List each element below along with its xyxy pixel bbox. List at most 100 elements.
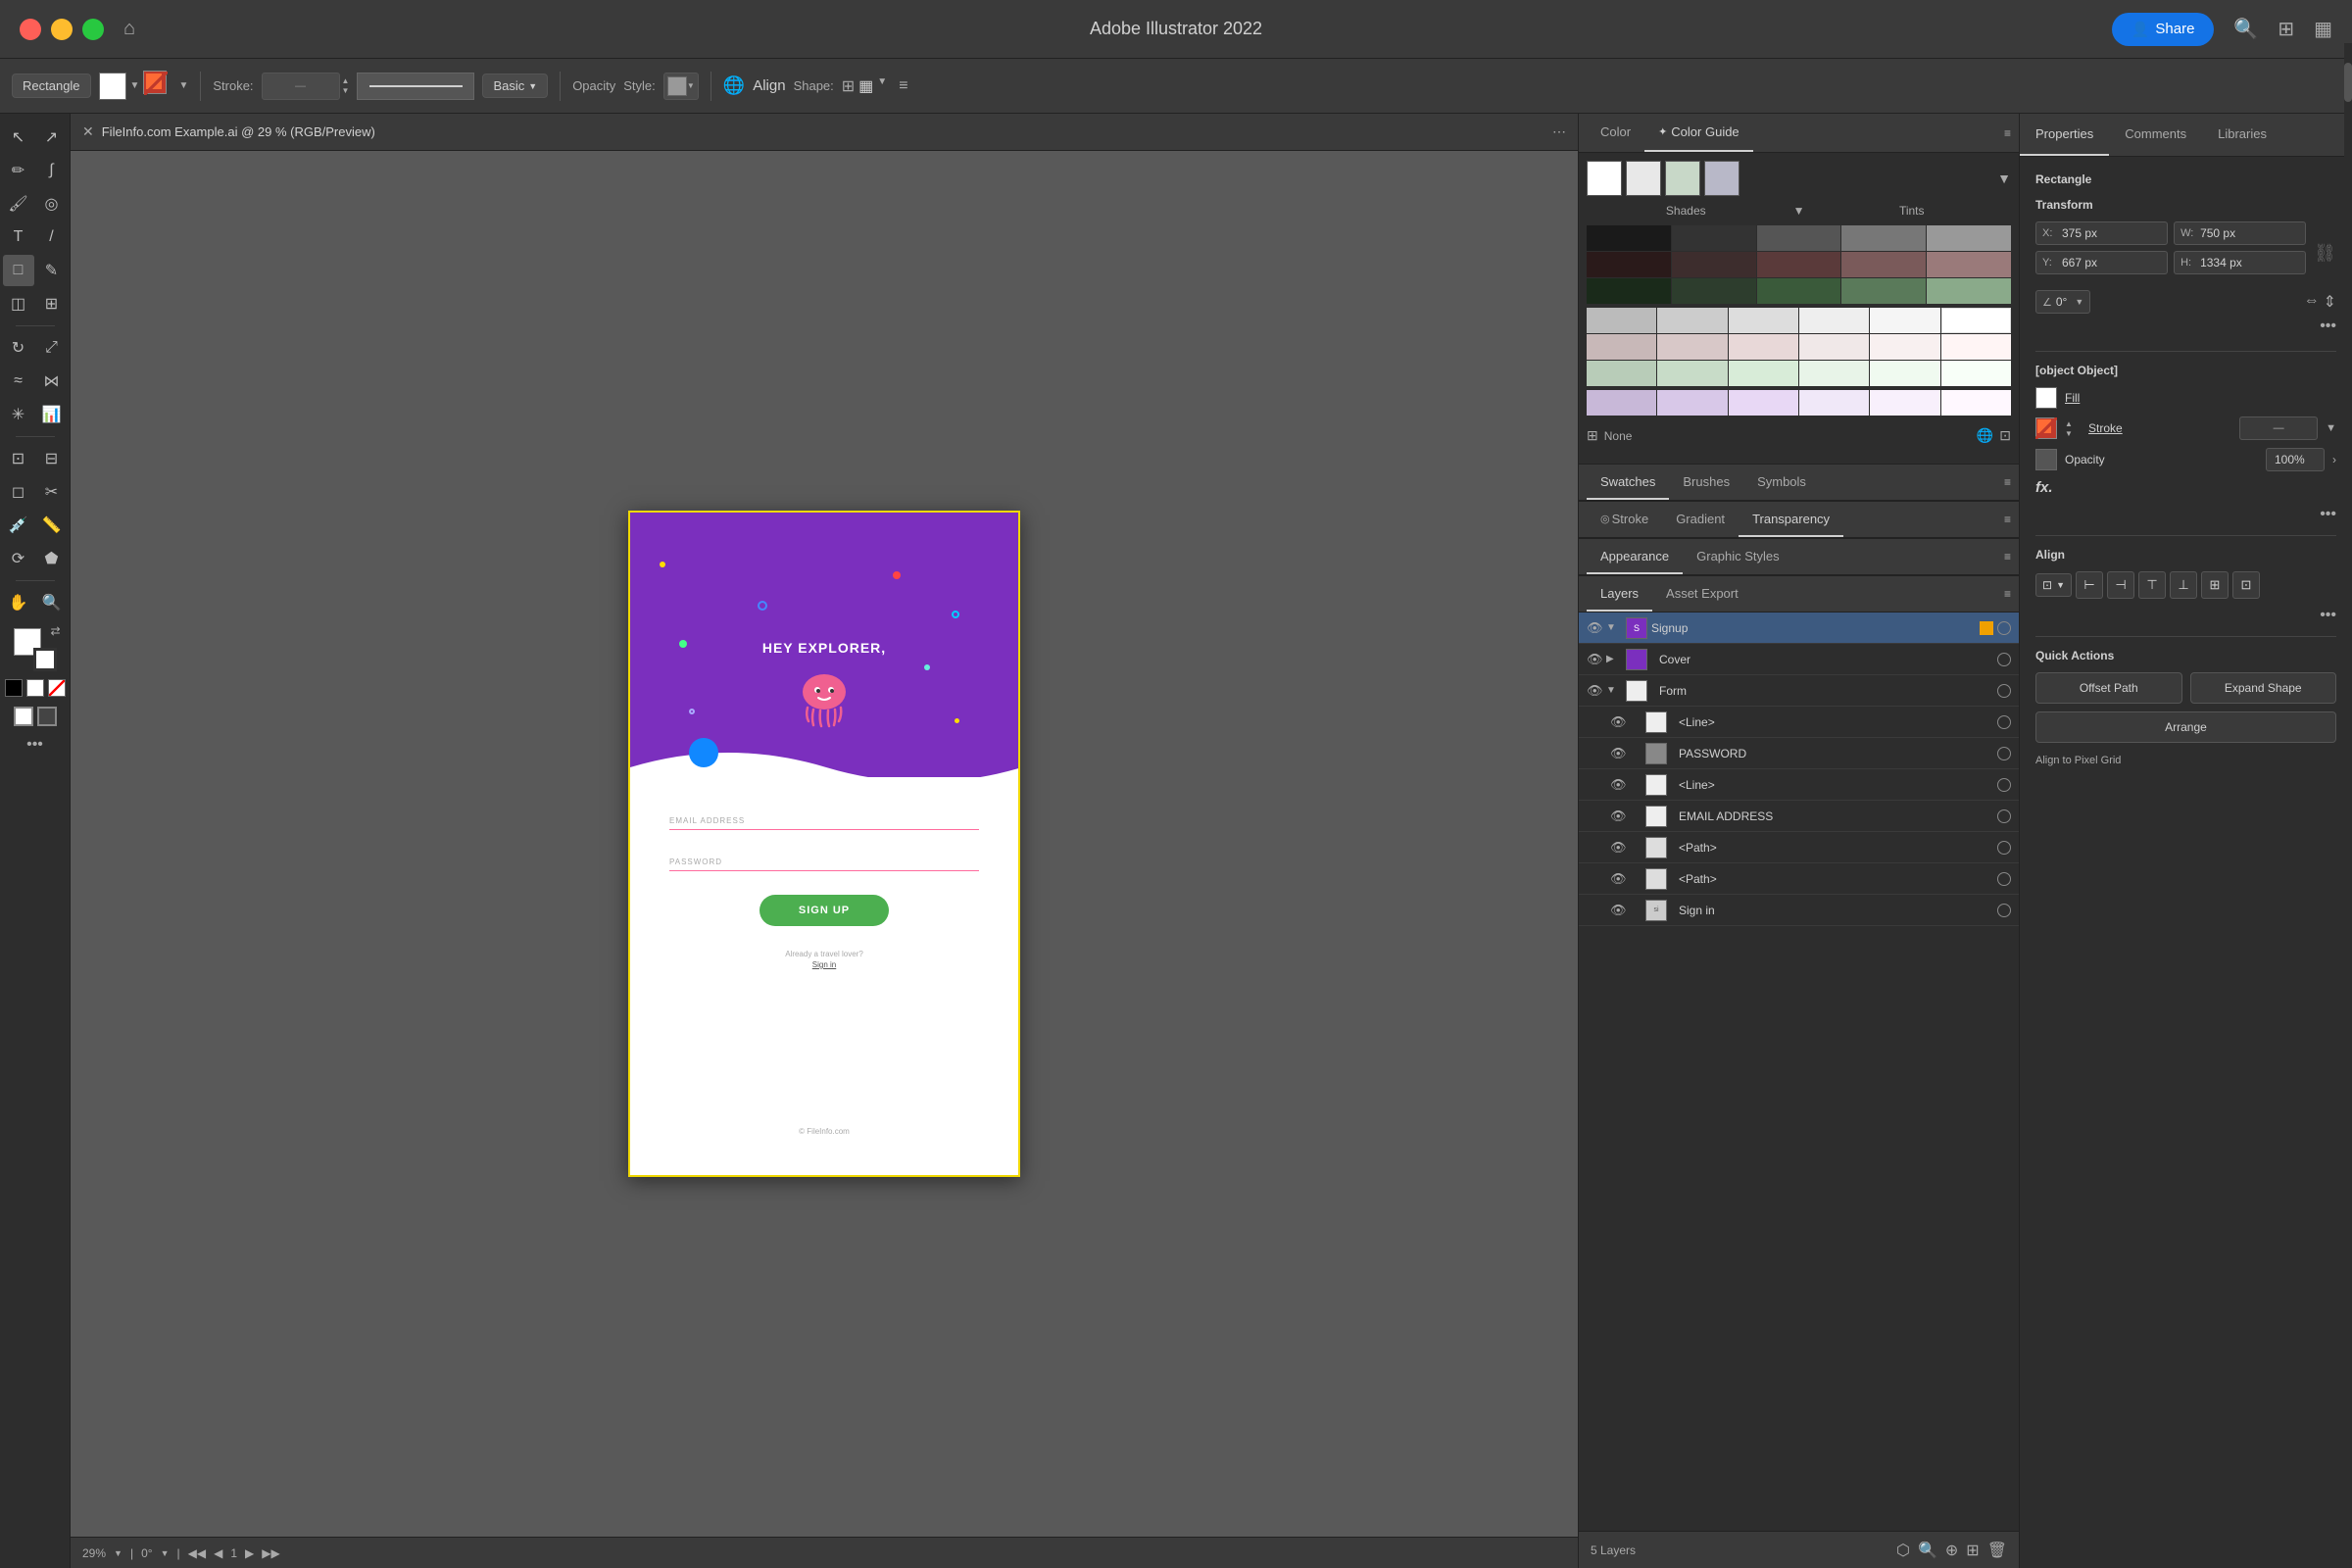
tint-cell[interactable]	[1729, 308, 1798, 333]
tab-stroke[interactable]: ◎ Stroke	[1587, 502, 1662, 537]
expand-icon[interactable]: ▼	[1606, 685, 1622, 696]
shade-cell[interactable]	[1757, 225, 1841, 251]
tab-graphic-styles[interactable]: Graphic Styles	[1683, 539, 1793, 574]
eye-icon[interactable]: 👁	[1587, 652, 1606, 667]
tint-cell[interactable]	[1657, 308, 1727, 333]
fill-link[interactable]: Fill	[2065, 391, 2336, 405]
tab-comments[interactable]: Comments	[2109, 114, 2202, 156]
layer-row-line2[interactable]: 👁 <Line>	[1579, 769, 2019, 801]
tint-cell[interactable]	[1657, 334, 1727, 360]
arrange-button[interactable]: Arrange	[2035, 711, 2336, 743]
layer-row-email[interactable]: 👁 EMAIL ADDRESS	[1579, 801, 2019, 832]
shade-cell[interactable]	[1927, 225, 2011, 251]
eye-icon[interactable]: 👁	[1587, 620, 1606, 636]
fill-stroke-group[interactable]: ▼ ▼	[99, 71, 189, 102]
eye-icon[interactable]: 👁	[1610, 714, 1630, 730]
shade-cell[interactable]	[1757, 252, 1841, 277]
eye-icon[interactable]: 👁	[1610, 746, 1630, 761]
swatches-menu-icon[interactable]: ≡	[2004, 475, 2011, 489]
stroke-link[interactable]: Stroke	[2088, 421, 2156, 435]
white-chip[interactable]	[26, 679, 44, 697]
layer-circle-cover[interactable]	[1997, 653, 2011, 666]
tint-cell[interactable]	[1941, 334, 2011, 360]
layer-circle-signin[interactable]	[1997, 904, 2011, 917]
tint-cell[interactable]	[1729, 361, 1798, 386]
tint-cell[interactable]	[1799, 390, 1869, 416]
angle-field[interactable]: ∠ 0° ▼	[2035, 290, 2090, 314]
fill-color-swatch[interactable]	[99, 73, 126, 100]
cg-swatch-gray2[interactable]	[1665, 161, 1700, 196]
eye-icon[interactable]: 👁	[1610, 840, 1630, 856]
maximize-button[interactable]	[82, 19, 104, 40]
table-icon[interactable]: ⊡	[1999, 427, 2011, 444]
black-chip[interactable]	[5, 679, 23, 697]
tab-color[interactable]: Color	[1587, 114, 1644, 152]
eye-icon[interactable]: 👁	[1610, 808, 1630, 824]
signin-link[interactable]: Sign in	[669, 960, 979, 969]
scissors-tool[interactable]: ✂	[36, 476, 68, 508]
layer-circle-line2[interactable]	[1997, 778, 2011, 792]
offset-path-button[interactable]: Offset Path	[2035, 672, 2182, 704]
layer-circle-form[interactable]	[1997, 684, 2011, 698]
type-tool[interactable]: T	[3, 221, 34, 253]
layer-circle-signup[interactable]	[1997, 621, 2011, 635]
live-paint-tool[interactable]: ⬟	[36, 543, 68, 574]
align-more-icon[interactable]: •••	[2320, 607, 2336, 624]
layer-circle-email[interactable]	[1997, 809, 2011, 823]
layer-row-path1[interactable]: 👁 <Path>	[1579, 832, 2019, 863]
panel-icon[interactable]: ▦	[2314, 17, 2332, 41]
layers-visibility-btn[interactable]: ⬡	[1896, 1541, 1910, 1560]
rectangle-tool[interactable]: □	[3, 255, 34, 286]
appearance-more-icon[interactable]: •••	[2320, 506, 2336, 523]
tab-appearance[interactable]: Appearance	[1587, 539, 1683, 574]
eyedropper-tool[interactable]: 💉	[3, 510, 34, 541]
shape-active-icon[interactable]: ▦	[858, 76, 873, 96]
color-panel-menu[interactable]: ≡	[2004, 126, 2011, 140]
stroke-arrows[interactable]: ▲ ▼	[342, 76, 350, 95]
cg-swatch-blue[interactable]	[1704, 161, 1740, 196]
opacity-chevron-icon[interactable]: ›	[2332, 453, 2336, 466]
curvature-tool[interactable]: ∫	[36, 155, 68, 186]
tab-properties[interactable]: Properties	[2020, 114, 2109, 156]
stroke-appearance-swatch[interactable]	[2035, 417, 2057, 439]
align-bottom-btn[interactable]: ⊡	[2232, 571, 2260, 599]
panel-expand-icon[interactable]: ⋯	[1552, 123, 1566, 140]
line-tool[interactable]: /	[36, 221, 68, 253]
selection-tool[interactable]: ↖	[3, 122, 34, 153]
x-field[interactable]: X: 375 px	[2035, 221, 2168, 245]
tab-symbols[interactable]: Symbols	[1743, 465, 1820, 500]
stroke-style-dropdown[interactable]: Basic ▼	[482, 74, 548, 98]
close-button[interactable]	[20, 19, 41, 40]
rotate-tool[interactable]: ↻	[3, 332, 34, 364]
cg-swatch-gray1[interactable]	[1626, 161, 1661, 196]
tint-cell[interactable]	[1657, 361, 1727, 386]
zoom-tool[interactable]: 🔍	[36, 587, 68, 618]
shades-dropdown-icon[interactable]: ▼	[1793, 204, 1805, 218]
layer-circle-path2[interactable]	[1997, 872, 2011, 886]
more-tools-btn[interactable]: •••	[26, 736, 43, 754]
stroke-stepper[interactable]: — ▲ ▼	[262, 73, 350, 100]
layers-organize-btn[interactable]: ⊞	[1966, 1541, 1979, 1560]
tab-brushes[interactable]: Brushes	[1669, 465, 1743, 500]
layer-circle-line1[interactable]	[1997, 715, 2011, 729]
stroke-value-field[interactable]: —	[262, 73, 340, 100]
slice-tool[interactable]: ⊟	[36, 443, 68, 474]
layer-circle-password[interactable]	[1997, 747, 2011, 760]
measure-tool[interactable]: 📏	[36, 510, 68, 541]
share-button[interactable]: 👤 Share	[2112, 13, 2215, 46]
w-field[interactable]: W: 750 px	[2174, 221, 2306, 245]
minimize-button[interactable]	[51, 19, 73, 40]
direct-selection-tool[interactable]: ↗	[36, 122, 68, 153]
signup-button[interactable]: SIGN UP	[760, 895, 889, 926]
align-to-dropdown[interactable]: ⊡ ▼	[2035, 573, 2072, 597]
layer-row-signup[interactable]: 👁 ▼ S Signup	[1579, 612, 2019, 644]
swap-icon[interactable]: ⇄	[50, 624, 60, 638]
shade-cell[interactable]	[1841, 278, 1926, 304]
scale-tool[interactable]: ⤢	[36, 332, 68, 364]
layers-delete-btn[interactable]: 🗑	[1987, 1541, 2007, 1560]
grid-icon[interactable]: ⊞	[1587, 427, 1598, 444]
opacity-value[interactable]: 100%	[2266, 448, 2325, 471]
shape-dropdown-icon[interactable]: ▼	[877, 76, 887, 96]
angle-dropdown-icon[interactable]: ▼	[2075, 297, 2083, 307]
more-icon[interactable]: •••	[2320, 318, 2336, 335]
